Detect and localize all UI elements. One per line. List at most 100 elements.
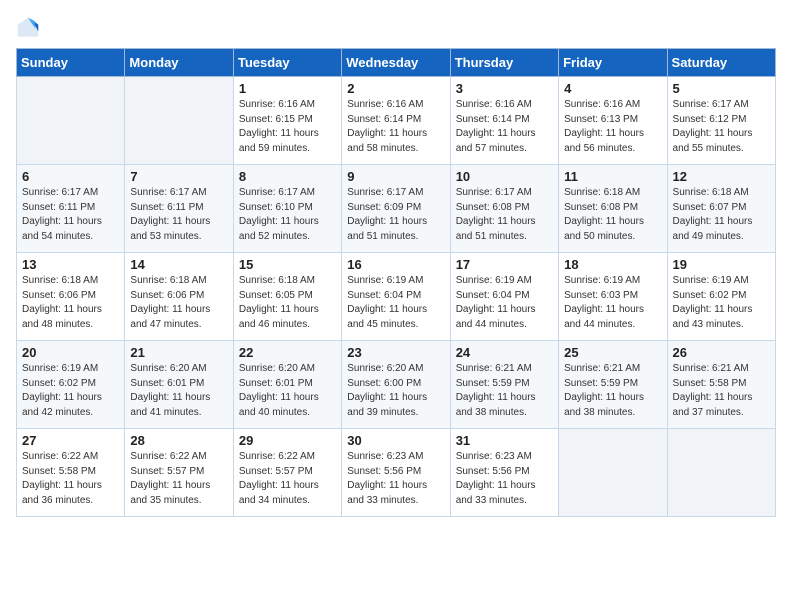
cell-content: Sunrise: 6:20 AMSunset: 6:01 PMDaylight:… bbox=[130, 362, 227, 420]
day-number: 13 bbox=[22, 257, 119, 272]
weekday-header-wednesday: Wednesday bbox=[342, 49, 450, 77]
day-number: 22 bbox=[239, 345, 336, 360]
cell-content: Sunrise: 6:18 AMSunset: 6:06 PMDaylight:… bbox=[22, 274, 119, 332]
calendar-week-3: 13 Sunrise: 6:18 AMSunset: 6:06 PMDayligh… bbox=[17, 253, 776, 341]
day-number: 21 bbox=[130, 345, 227, 360]
calendar-cell: 7 Sunrise: 6:17 AMSunset: 6:11 PMDaylight… bbox=[125, 165, 233, 253]
logo bbox=[16, 16, 44, 40]
day-number: 19 bbox=[673, 257, 770, 272]
day-number: 24 bbox=[456, 345, 553, 360]
calendar-cell: 23Sunrise: 6:20 AMSunset: 6:00 PMDayligh… bbox=[342, 341, 450, 429]
weekday-header-monday: Monday bbox=[125, 49, 233, 77]
calendar-cell: 31 Sunrise: 6:23 AMSunset: 5:56 PMDayligh… bbox=[450, 429, 558, 517]
calendar-cell: 16Sunrise: 6:19 AMSunset: 6:04 PMDayligh… bbox=[342, 253, 450, 341]
weekday-header-row: SundayMondayTuesdayWednesdayThursdayFrid… bbox=[17, 49, 776, 77]
cell-content: Sunrise: 6:17 AMSunset: 6:08 PMDaylight:… bbox=[456, 186, 553, 244]
day-number: 27 bbox=[22, 433, 119, 448]
cell-content: Sunrise: 6:18 AMSunset: 6:06 PMDaylight:… bbox=[130, 274, 227, 332]
cell-content: Sunrise: 6:17 AMSunset: 6:09 PMDaylight:… bbox=[347, 186, 444, 244]
day-number: 28 bbox=[130, 433, 227, 448]
day-number: 2 bbox=[347, 81, 444, 96]
calendar-cell: 18 Sunrise: 6:19 AMSunset: 6:03 PMDayligh… bbox=[559, 253, 667, 341]
weekday-header-tuesday: Tuesday bbox=[233, 49, 341, 77]
cell-content: Sunrise: 6:17 AMSunset: 6:11 PMDaylight:… bbox=[130, 186, 227, 244]
cell-content: Sunrise: 6:20 AMSunset: 6:01 PMDaylight:… bbox=[239, 362, 336, 420]
calendar-cell: 29 Sunrise: 6:22 AMSunset: 5:57 PMDayligh… bbox=[233, 429, 341, 517]
cell-content: Sunrise: 6:21 AMSunset: 5:59 PMDaylight:… bbox=[456, 362, 553, 420]
cell-content: Sunrise: 6:21 AMSunset: 5:59 PMDaylight:… bbox=[564, 362, 661, 420]
cell-content: Sunrise: 6:18 AMSunset: 6:05 PMDaylight:… bbox=[239, 274, 336, 332]
cell-content: Sunrise: 6:17 AMSunset: 6:11 PMDaylight:… bbox=[22, 186, 119, 244]
logo-icon bbox=[16, 16, 40, 40]
calendar-week-5: 27 Sunrise: 6:22 AMSunset: 5:58 PMDayligh… bbox=[17, 429, 776, 517]
day-number: 10 bbox=[456, 169, 553, 184]
day-number: 9 bbox=[347, 169, 444, 184]
cell-content: Sunrise: 6:18 AMSunset: 6:07 PMDaylight:… bbox=[673, 186, 770, 244]
cell-content: Sunrise: 6:16 AMSunset: 6:13 PMDaylight:… bbox=[564, 98, 661, 156]
calendar-cell: 6 Sunrise: 6:17 AMSunset: 6:11 PMDaylight… bbox=[17, 165, 125, 253]
cell-content: Sunrise: 6:23 AMSunset: 5:56 PMDaylight:… bbox=[347, 450, 444, 508]
cell-content: Sunrise: 6:16 AMSunset: 6:14 PMDaylight:… bbox=[347, 98, 444, 156]
calendar-week-1: 1 Sunrise: 6:16 AMSunset: 6:15 PMDaylight… bbox=[17, 77, 776, 165]
calendar-cell: 30 Sunrise: 6:23 AMSunset: 5:56 PMDayligh… bbox=[342, 429, 450, 517]
day-number: 16 bbox=[347, 257, 444, 272]
calendar-cell bbox=[125, 77, 233, 165]
weekday-header-saturday: Saturday bbox=[667, 49, 775, 77]
day-number: 5 bbox=[673, 81, 770, 96]
calendar-cell: 24 Sunrise: 6:21 AMSunset: 5:59 PMDayligh… bbox=[450, 341, 558, 429]
calendar-cell: 10 Sunrise: 6:17 AMSunset: 6:08 PMDayligh… bbox=[450, 165, 558, 253]
day-number: 8 bbox=[239, 169, 336, 184]
cell-content: Sunrise: 6:16 AMSunset: 6:14 PMDaylight:… bbox=[456, 98, 553, 156]
weekday-header-sunday: Sunday bbox=[17, 49, 125, 77]
day-number: 23 bbox=[347, 345, 444, 360]
day-number: 14 bbox=[130, 257, 227, 272]
day-number: 7 bbox=[130, 169, 227, 184]
calendar-cell: 14 Sunrise: 6:18 AMSunset: 6:06 PMDayligh… bbox=[125, 253, 233, 341]
calendar-cell bbox=[667, 429, 775, 517]
cell-content: Sunrise: 6:22 AMSunset: 5:57 PMDaylight:… bbox=[239, 450, 336, 508]
weekday-header-friday: Friday bbox=[559, 49, 667, 77]
day-number: 12 bbox=[673, 169, 770, 184]
calendar-cell: 12 Sunrise: 6:18 AMSunset: 6:07 PMDayligh… bbox=[667, 165, 775, 253]
calendar-cell: 27 Sunrise: 6:22 AMSunset: 5:58 PMDayligh… bbox=[17, 429, 125, 517]
calendar-cell: 3Sunrise: 6:16 AMSunset: 6:14 PMDaylight… bbox=[450, 77, 558, 165]
calendar-week-4: 20Sunrise: 6:19 AMSunset: 6:02 PMDayligh… bbox=[17, 341, 776, 429]
calendar-cell: 21 Sunrise: 6:20 AMSunset: 6:01 PMDayligh… bbox=[125, 341, 233, 429]
day-number: 1 bbox=[239, 81, 336, 96]
calendar-cell: 1 Sunrise: 6:16 AMSunset: 6:15 PMDaylight… bbox=[233, 77, 341, 165]
calendar-cell: 25 Sunrise: 6:21 AMSunset: 5:59 PMDayligh… bbox=[559, 341, 667, 429]
day-number: 20 bbox=[22, 345, 119, 360]
cell-content: Sunrise: 6:21 AMSunset: 5:58 PMDaylight:… bbox=[673, 362, 770, 420]
day-number: 11 bbox=[564, 169, 661, 184]
calendar-cell: 11 Sunrise: 6:18 AMSunset: 6:08 PMDayligh… bbox=[559, 165, 667, 253]
day-number: 25 bbox=[564, 345, 661, 360]
cell-content: Sunrise: 6:17 AMSunset: 6:10 PMDaylight:… bbox=[239, 186, 336, 244]
day-number: 31 bbox=[456, 433, 553, 448]
cell-content: Sunrise: 6:22 AMSunset: 5:58 PMDaylight:… bbox=[22, 450, 119, 508]
calendar-cell bbox=[17, 77, 125, 165]
day-number: 6 bbox=[22, 169, 119, 184]
calendar-cell: 26 Sunrise: 6:21 AMSunset: 5:58 PMDayligh… bbox=[667, 341, 775, 429]
weekday-header-thursday: Thursday bbox=[450, 49, 558, 77]
day-number: 18 bbox=[564, 257, 661, 272]
cell-content: Sunrise: 6:19 AMSunset: 6:04 PMDaylight:… bbox=[456, 274, 553, 332]
calendar-cell: 8 Sunrise: 6:17 AMSunset: 6:10 PMDaylight… bbox=[233, 165, 341, 253]
calendar-cell: 9 Sunrise: 6:17 AMSunset: 6:09 PMDaylight… bbox=[342, 165, 450, 253]
day-number: 26 bbox=[673, 345, 770, 360]
calendar-cell: 17 Sunrise: 6:19 AMSunset: 6:04 PMDayligh… bbox=[450, 253, 558, 341]
calendar-cell: 28Sunrise: 6:22 AMSunset: 5:57 PMDayligh… bbox=[125, 429, 233, 517]
cell-content: Sunrise: 6:17 AMSunset: 6:12 PMDaylight:… bbox=[673, 98, 770, 156]
calendar-cell: 5 Sunrise: 6:17 AMSunset: 6:12 PMDaylight… bbox=[667, 77, 775, 165]
cell-content: Sunrise: 6:16 AMSunset: 6:15 PMDaylight:… bbox=[239, 98, 336, 156]
calendar-cell: 15Sunrise: 6:18 AMSunset: 6:05 PMDayligh… bbox=[233, 253, 341, 341]
page-header bbox=[16, 16, 776, 40]
day-number: 17 bbox=[456, 257, 553, 272]
cell-content: Sunrise: 6:19 AMSunset: 6:03 PMDaylight:… bbox=[564, 274, 661, 332]
day-number: 29 bbox=[239, 433, 336, 448]
cell-content: Sunrise: 6:18 AMSunset: 6:08 PMDaylight:… bbox=[564, 186, 661, 244]
calendar-cell: 13 Sunrise: 6:18 AMSunset: 6:06 PMDayligh… bbox=[17, 253, 125, 341]
cell-content: Sunrise: 6:23 AMSunset: 5:56 PMDaylight:… bbox=[456, 450, 553, 508]
calendar-cell bbox=[559, 429, 667, 517]
day-number: 30 bbox=[347, 433, 444, 448]
calendar-cell: 4Sunrise: 6:16 AMSunset: 6:13 PMDaylight… bbox=[559, 77, 667, 165]
